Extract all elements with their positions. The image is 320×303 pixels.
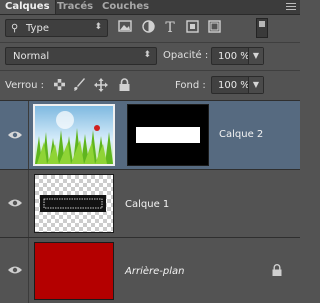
divider — [28, 238, 29, 303]
fill-dropdown-icon[interactable]: ▼ — [248, 77, 263, 93]
layer-mask-thumbnail[interactable] — [127, 104, 209, 166]
divider — [28, 101, 29, 169]
layer-name[interactable]: Calque 1 — [125, 199, 169, 210]
opacity-dropdown-icon[interactable]: ▼ — [248, 48, 263, 64]
visibility-eye-icon[interactable] — [8, 265, 22, 275]
divider — [28, 170, 29, 237]
filter-type-select[interactable]: ⚲ Type ⬍ — [5, 19, 108, 37]
layer-row-calque-1[interactable]: Calque 1 — [0, 169, 300, 237]
layer-name[interactable]: Arrière-plan — [125, 266, 184, 277]
layer-thumbnail[interactable] — [34, 242, 114, 300]
filter-toggle[interactable] — [256, 18, 268, 38]
layer-thumbnail[interactable] — [33, 104, 115, 166]
fill-value: 100 % — [218, 80, 250, 91]
panel-menu-icon[interactable] — [286, 3, 296, 11]
visibility-eye-icon[interactable] — [8, 130, 22, 140]
smart-object-filter-icon[interactable] — [206, 20, 222, 36]
adjustment-filter-icon[interactable] — [140, 20, 156, 36]
tab-traces[interactable]: Tracés — [57, 0, 97, 14]
layer-name[interactable]: Calque 2 — [219, 129, 263, 140]
layer-row-calque-2[interactable]: Calque 2 — [0, 100, 300, 169]
image-filter-icon[interactable] — [117, 20, 133, 36]
opacity-label: Opacité : — [163, 50, 209, 61]
layer-thumbnail[interactable] — [34, 174, 114, 233]
shape-filter-icon[interactable] — [184, 20, 200, 36]
fill-field[interactable]: 100 % ▼ — [211, 76, 264, 94]
type-filter-icon[interactable]: T — [162, 20, 178, 36]
updown-arrows-icon: ⬍ — [94, 22, 102, 32]
fill-label: Fond : — [175, 80, 206, 91]
divider — [0, 42, 300, 43]
layers-panel: Calques Tracés Couches ⚲ Type ⬍ T Normal… — [0, 0, 300, 303]
tab-calques[interactable]: Calques — [0, 0, 56, 14]
layer-row-background[interactable]: Arrière-plan — [0, 237, 300, 303]
lock-all-icon[interactable] — [116, 78, 132, 94]
lock-position-move-icon[interactable] — [93, 78, 109, 94]
opacity-value: 100 % — [218, 51, 250, 62]
opacity-field[interactable]: 100 % ▼ — [211, 47, 264, 65]
lock-image-brush-icon[interactable] — [71, 78, 87, 94]
mask-shape — [136, 127, 200, 143]
tab-couches[interactable]: Couches — [102, 0, 152, 14]
divider — [0, 70, 300, 71]
updown-arrows-icon: ⬍ — [143, 50, 151, 60]
lock-transparency-icon[interactable] — [51, 78, 67, 94]
blend-mode-select[interactable]: Normal ⬍ — [5, 47, 157, 65]
layer-lock-icon — [272, 264, 282, 279]
tab-bar: Calques Tracés Couches — [0, 0, 300, 15]
visibility-eye-icon[interactable] — [8, 198, 22, 208]
blend-mode-label: Normal — [13, 51, 50, 62]
filter-type-label: Type — [26, 23, 49, 34]
search-icon: ⚲ — [11, 23, 19, 34]
lock-label: Verrou : — [5, 80, 45, 91]
